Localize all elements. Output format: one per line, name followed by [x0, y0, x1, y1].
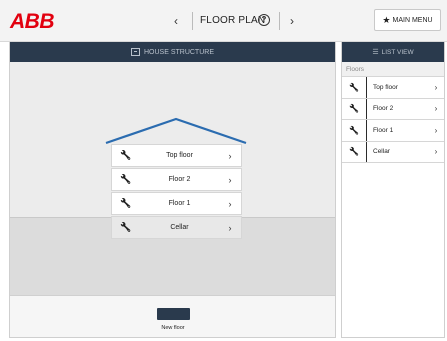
chevron-right-icon: ›: [228, 198, 232, 209]
list-item-label: Top floor: [373, 83, 398, 91]
floor-label: Top floor: [166, 152, 193, 159]
list-view-title: LIST VIEW: [381, 48, 414, 56]
chevron-right-icon: ›: [228, 150, 232, 161]
chevron-right-icon: ›: [434, 104, 438, 114]
list-item-label: Floor 1: [373, 126, 394, 134]
floor-row-top-floor[interactable]: 🔧 Top floor ›: [111, 144, 242, 167]
floor-row-cellar[interactable]: 🔧 Cellar ›: [111, 216, 242, 239]
house-structure-panel: HOUSE STRUCTURE 🔧 Top floor › 🔧 Floor 2 …: [9, 42, 336, 338]
chevron-right-icon: ›: [434, 125, 438, 135]
next-page-button[interactable]: ›: [290, 14, 294, 28]
new-floor-button[interactable]: New floor: [143, 308, 203, 334]
list-view-header: ☰ LIST VIEW: [342, 42, 444, 62]
chevron-right-icon: ›: [228, 174, 232, 185]
chevron-right-icon: ›: [434, 82, 438, 92]
roof-outline: [105, 117, 247, 145]
wrench-icon: 🔧: [342, 77, 367, 98]
star-icon: ★: [382, 14, 391, 25]
wrench-icon: 🔧: [120, 150, 132, 161]
list-item-cellar[interactable]: 🔧 Cellar ›: [342, 141, 444, 163]
floor-list: 🔧 Top floor › 🔧 Floor 2 › 🔧 Floor 1 › 🔧 …: [342, 77, 444, 163]
divider: [279, 12, 280, 30]
floor-label: Cellar: [170, 224, 189, 231]
abb-logo: ABB: [10, 10, 55, 33]
divider: [192, 12, 193, 30]
list-item-label: Floor 2: [373, 105, 394, 113]
floor-row-floor-2[interactable]: 🔧 Floor 2 ›: [111, 168, 242, 191]
list-item-top-floor[interactable]: 🔧 Top floor ›: [342, 77, 444, 99]
page-title: FLOOR PLAN: [200, 15, 266, 26]
floor-label: Floor 1: [168, 200, 191, 207]
list-item-floor-1[interactable]: 🔧 Floor 1 ›: [342, 120, 444, 142]
help-icon[interactable]: ?: [258, 14, 270, 26]
new-floor-label: New floor: [161, 325, 185, 331]
wrench-icon: 🔧: [342, 98, 367, 119]
main-menu-label: MAIN MENU: [392, 16, 433, 24]
chevron-right-icon: ›: [228, 222, 232, 233]
list-item-floor-2[interactable]: 🔧 Floor 2 ›: [342, 98, 444, 120]
list-icon: ☰: [372, 49, 379, 56]
new-floor-icon: [156, 308, 190, 320]
list-item-label: Cellar: [373, 148, 390, 156]
list-view-panel: ☰ LIST VIEW Floors 🔧 Top floor › 🔧 Floor…: [341, 42, 445, 338]
top-bar: ABB ‹ FLOOR PLAN ? › ★ MAIN MENU: [0, 0, 447, 42]
previous-page-button[interactable]: ‹: [174, 14, 178, 28]
floor-label: Floor 2: [168, 176, 191, 183]
wrench-icon: 🔧: [120, 174, 132, 185]
main-menu-button[interactable]: ★ MAIN MENU: [374, 9, 441, 31]
wrench-icon: 🔧: [342, 120, 367, 141]
wrench-icon: 🔧: [120, 198, 132, 209]
floors-section-label: Floors: [342, 62, 444, 77]
chevron-right-icon: ›: [434, 147, 438, 157]
floor-stack: 🔧 Top floor › 🔧 Floor 2 › 🔧 Floor 1 › 🔧 …: [111, 144, 242, 240]
wrench-icon: 🔧: [120, 222, 132, 233]
floor-row-floor-1[interactable]: 🔧 Floor 1 ›: [111, 192, 242, 215]
wrench-icon: 🔧: [342, 141, 367, 162]
